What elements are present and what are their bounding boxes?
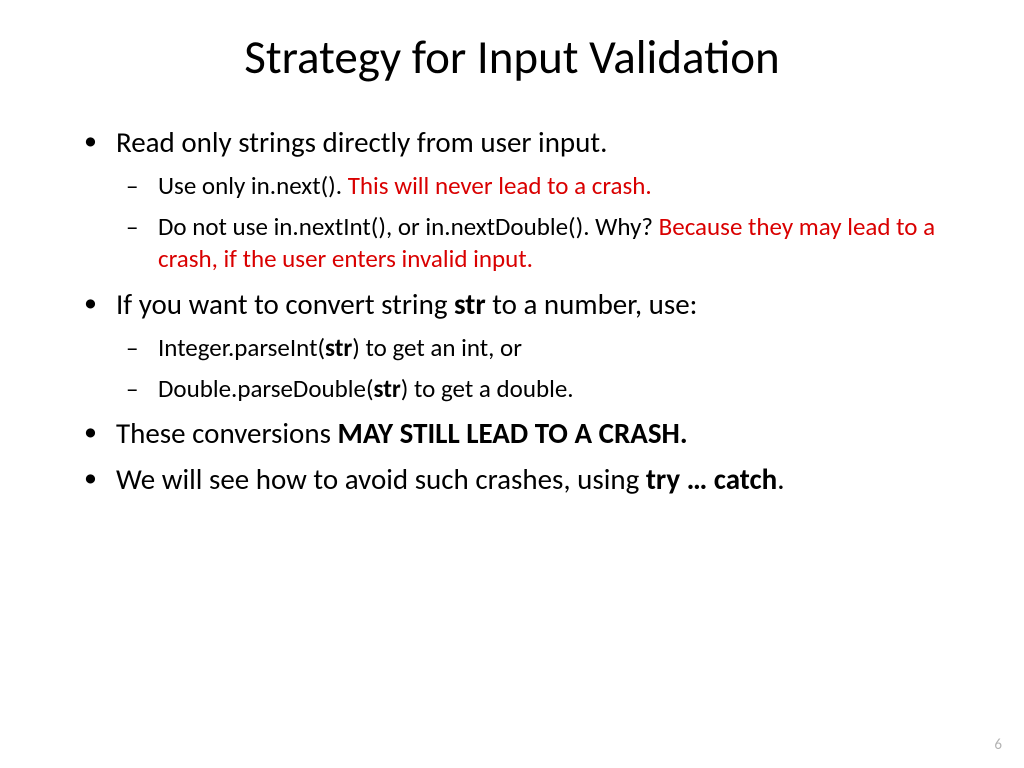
b2t2: str [454,286,486,322]
b1s1a: Use only in.next(). [158,170,348,201]
bullet-3: These conversions MAY STILL LEAD TO A CR… [116,415,944,451]
b1s2a: Do not use in.nextInt(), or in.nextDoubl… [158,211,659,242]
b2t3: to a number, use: [486,286,698,322]
bullet-4: We will see how to avoid such crashes, u… [116,461,944,497]
page-number: 6 [994,736,1002,754]
b2s2a: Double.parseDouble( [158,373,374,404]
bullet-1-sub-1: Use only in.next(). This will never lead… [158,170,944,203]
bullet-2-sublist: Integer.parseInt(str) to get an int, or … [116,332,944,405]
bullet-2-sub-1: Integer.parseInt(str) to get an int, or [158,332,944,365]
b4t3: . [777,461,784,497]
b2s1b: str [325,332,352,363]
b3t2: MAY STILL LEAD TO A CRASH. [337,415,687,451]
b3t1: These conversions [116,415,337,451]
b2s2b: str [374,373,401,404]
bullet-2-sub-2: Double.parseDouble(str) to get a double. [158,373,944,406]
slide: Strategy for Input Validation Read only … [0,0,1024,768]
b2s1c: ) to get an int, or [352,332,522,363]
b4t1: We will see how to avoid such crashes, u… [116,461,646,497]
b2s1a: Integer.parseInt( [158,332,325,363]
bullet-2: If you want to convert string str to a n… [116,286,944,405]
b4t2: try … catch [646,461,777,497]
bullet-list: Read only strings directly from user inp… [80,124,944,498]
b1s1b: This will never lead to a crash. [348,170,652,201]
slide-title: Strategy for Input Validation [80,28,944,86]
b2s2c: ) to get a double. [401,373,574,404]
bullet-1-sublist: Use only in.next(). This will never lead… [116,170,944,276]
bullet-1: Read only strings directly from user inp… [116,124,944,276]
bullet-1-sub-2: Do not use in.nextInt(), or in.nextDoubl… [158,211,944,276]
b2t1: If you want to convert string [116,286,454,322]
bullet-1-text: Read only strings directly from user inp… [116,124,607,160]
